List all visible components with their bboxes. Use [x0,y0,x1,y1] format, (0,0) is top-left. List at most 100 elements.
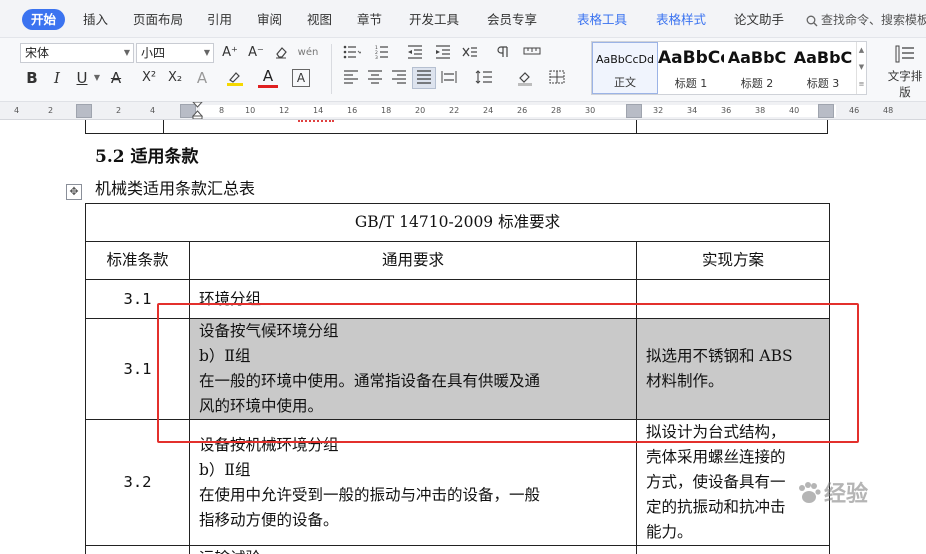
ruler-tick: 12 [279,106,290,115]
style-sample-heading-1: AaBbCc [658,48,724,68]
font-name-value: 宋体 [25,46,50,60]
tab-references[interactable]: 引用 [207,10,232,30]
italic-button[interactable]: I [48,68,66,88]
requirement-cell[interactable]: 环境分组 [189,279,637,319]
clause-cell[interactable]: 3.1 [85,318,190,420]
tab-paper-assistant[interactable]: 论文助手 [734,10,784,30]
text-layout-button[interactable]: 文字排版 [884,42,926,99]
tab-home[interactable]: 开始 [22,9,66,30]
font-name-select[interactable]: 宋体 ▼ [20,43,134,63]
table-caption: 机械类适用条款汇总表 [95,179,256,198]
tab-review[interactable]: 审阅 [257,10,282,30]
font-size-select[interactable]: 小四 ▼ [136,43,214,63]
shrink-font-icon[interactable]: A⁻ [246,43,266,63]
numbered-list-icon[interactable]: 123 [372,43,396,63]
command-search[interactable]: 查找命令、搜索模板 [806,10,926,30]
ruler-tick: 46 [849,106,860,115]
requirement-cell[interactable]: 运输试验 [189,545,637,554]
character-border-button[interactable]: A [292,69,310,87]
indent-marker-icon[interactable] [192,102,203,119]
clear-format-icon[interactable] [272,43,290,63]
font-color-button[interactable]: A [258,68,278,88]
superscript-button[interactable]: X² [138,68,160,88]
ruler-column-marker[interactable] [626,104,642,118]
line-spacing-icon[interactable] [472,68,496,88]
tab-view[interactable]: 视图 [307,10,332,30]
grow-font-icon[interactable]: A⁺ [220,43,240,63]
table-row: 3.2 设备按机械环境分组 b）Ⅱ组 在使用中允许受到一般的振动与冲击的设备，一… [85,419,831,546]
table-row: 运输试验 [85,545,831,554]
tab-developer-tools[interactable]: 开发工具 [409,10,459,30]
underline-button[interactable]: U [72,68,92,88]
ruler-toggle-icon[interactable] [520,43,544,63]
chinese-layout-icon[interactable] [458,43,482,63]
solution-cell[interactable] [635,279,831,319]
decrease-indent-icon[interactable] [404,43,426,63]
table-move-handle-icon[interactable]: ✥ [66,184,82,200]
borders-icon[interactable] [546,68,568,88]
table-title: GB/T 14710-2009 标准要求 [354,213,561,231]
chevron-down-icon[interactable]: ▼ [92,68,102,88]
chevron-down-icon: ▼ [203,48,210,57]
style-heading-2[interactable]: AaBbC 标题 2 [724,42,790,94]
clause-cell[interactable]: 3.2 [85,419,190,546]
more-icon[interactable]: ≡ [857,76,866,93]
tab-sections[interactable]: 章节 [357,10,382,30]
document-page[interactable]: 5.2 适用条款 ✥ 机械类适用条款汇总表 GB/T 14710-2009 标准… [0,120,926,554]
header-cell-clause[interactable]: 标准条款 [85,241,190,280]
increase-indent-icon[interactable] [432,43,454,63]
pinyin-guide-icon[interactable]: wén [296,43,320,63]
strikethrough-button[interactable]: A [106,68,126,88]
style-sample-heading-2: AaBbC [727,48,787,67]
table-row: 3.1 环境分组 [85,279,831,319]
requirement-cell[interactable]: 设备按气候环境分组 b）Ⅱ组 在一般的环境中使用。通常指设备在具有供暖及通 风的… [189,318,637,420]
requirement-line: 设备按机械环境分组 [199,435,339,454]
subscript-button[interactable]: X₂ [164,68,186,88]
tab-table-styles[interactable]: 表格样式 [656,10,706,30]
solution-line: 能力。 [646,523,693,541]
tab-insert[interactable]: 插入 [83,10,108,30]
clause-cell[interactable]: 3.1 [85,279,190,319]
ruler-tick: 36 [721,106,732,115]
style-gallery-scroll[interactable]: ▲ ▼ ≡ [856,42,866,94]
toolbar-divider [331,44,332,94]
style-normal[interactable]: AaBbCcDd 正文 [592,42,658,94]
solution-cell[interactable]: 拟选用不锈钢和 ABS 材料制作。 [635,318,831,420]
align-center-icon[interactable] [364,68,386,88]
align-right-icon[interactable] [388,68,410,88]
ruler-tick: 32 [653,106,664,115]
requirement-cell[interactable]: 设备按机械环境分组 b）Ⅱ组 在使用中允许受到一般的振动与冲击的设备，一般 指移… [189,419,637,546]
ruler-column-marker[interactable] [76,104,92,118]
horizontal-ruler[interactable]: 4 2 2 4 8 10 12 14 16 18 20 22 24 26 28 … [0,102,926,120]
text-effect-button[interactable]: A [192,68,212,88]
requirement-line: 指移动方便的设备。 [199,510,339,529]
table-title-cell[interactable]: GB/T 14710-2009 标准要求 [84,203,831,242]
clause-cell[interactable] [85,545,190,554]
style-heading-3[interactable]: AaBbC 标题 3 [790,42,856,94]
ruler-tick: 28 [551,106,562,115]
distributed-align-icon[interactable] [438,68,460,88]
bullet-list-icon[interactable] [340,43,364,63]
ruler-tick: 48 [883,106,894,115]
align-left-icon[interactable] [340,68,362,88]
ruler-tick: 40 [789,106,800,115]
tab-member-exclusive[interactable]: 会员专享 [487,10,537,30]
tab-page-layout[interactable]: 页面布局 [133,10,183,30]
style-heading-1[interactable]: AaBbCc 标题 1 [658,42,724,94]
header-cell-requirement[interactable]: 通用要求 [189,241,637,280]
tab-table-tools[interactable]: 表格工具 [577,10,627,30]
standards-table: GB/T 14710-2009 标准要求 标准条款 通用要求 实现方案 3.1 … [84,203,831,554]
header-requirement: 通用要求 [381,251,444,269]
justify-icon[interactable] [412,67,436,89]
bold-button[interactable]: B [22,68,42,88]
chevron-down-icon[interactable]: ▼ [857,59,866,76]
table-column-line [163,120,164,134]
requirement-line: b）Ⅱ组 [199,347,251,365]
solution-cell[interactable] [635,545,831,554]
ruler-column-marker[interactable] [818,104,834,118]
highlight-color-icon[interactable] [224,68,246,88]
shading-icon[interactable] [514,68,536,88]
show-hide-marks-icon[interactable] [492,43,514,63]
header-cell-solution[interactable]: 实现方案 [635,241,831,280]
chevron-up-icon[interactable]: ▲ [857,42,866,59]
